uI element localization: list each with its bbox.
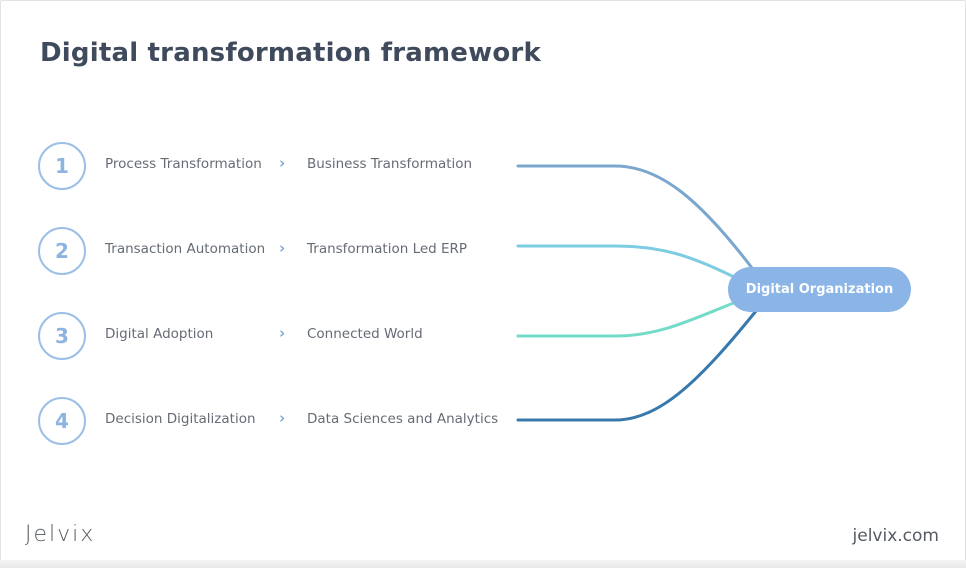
chevron-right-icon: › <box>279 409 286 427</box>
step-to-label: Data Sciences and Analytics <box>307 411 499 427</box>
step-from-label: Digital Adoption <box>105 326 214 342</box>
jelvix-logo: Jelvix <box>25 522 96 547</box>
step-number-circle: 1 <box>38 142 86 190</box>
step-from-label: Transaction Automation <box>105 241 266 257</box>
chevron-right-icon: › <box>279 154 286 172</box>
step-to-label: Connected World <box>307 326 423 342</box>
step-number-circle: 3 <box>38 312 86 360</box>
chevron-right-icon: › <box>279 239 286 257</box>
step-number-circle: 2 <box>38 227 86 275</box>
step-to-label: Transformation Led ERP <box>307 241 468 257</box>
site-url: jelvix.com <box>852 526 939 546</box>
step-to-label: Business Transformation <box>307 156 473 172</box>
digital-organization-node: Digital Organization <box>728 267 911 312</box>
connector-line-3 <box>516 300 738 338</box>
step-from-label: Decision Digitalization <box>105 411 256 427</box>
step-number-circle: 4 <box>38 397 86 445</box>
chevron-right-icon: › <box>279 324 286 342</box>
connector-line-1 <box>516 164 754 270</box>
connector-line-2 <box>516 244 738 280</box>
connector-line-4 <box>516 309 758 422</box>
step-from-label: Process Transformation <box>105 156 262 172</box>
